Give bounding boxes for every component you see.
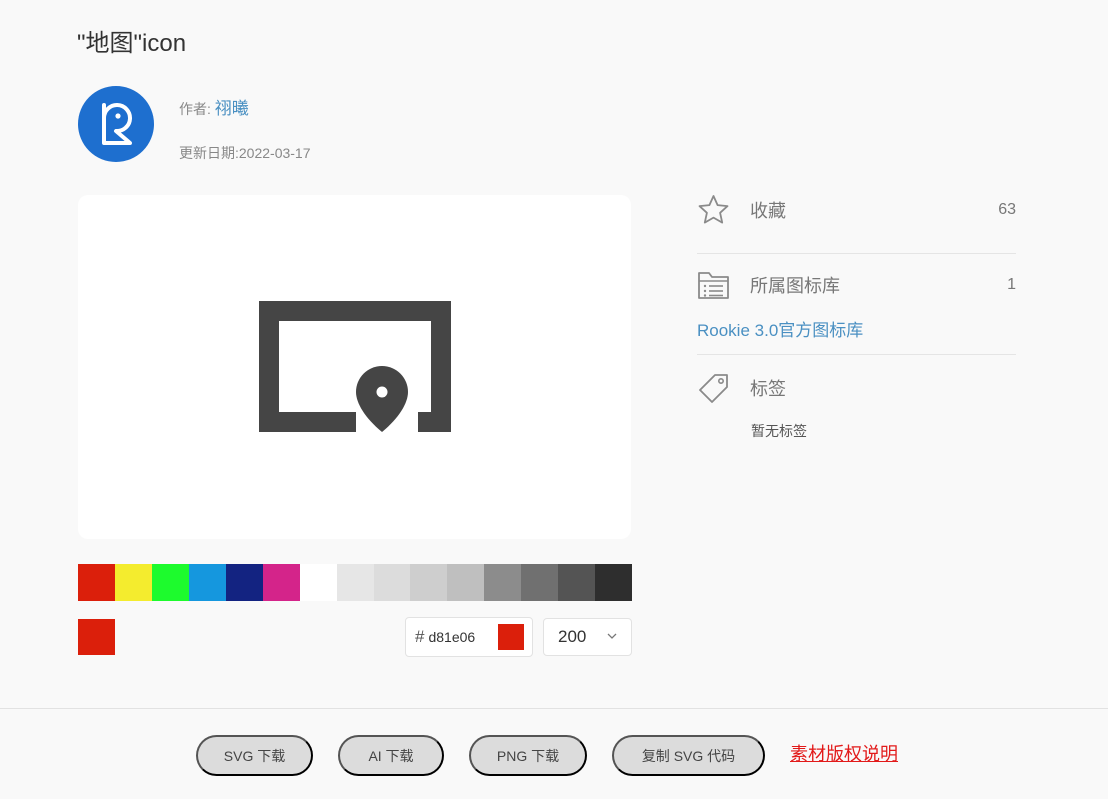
library-count: 1 — [1007, 276, 1016, 293]
author-meta: 作者: 祤曦 — [179, 98, 249, 120]
library-label: 所属图标库 — [750, 276, 840, 296]
color-swatch[interactable] — [262, 564, 300, 601]
update-date-value: 2022-03-17 — [238, 145, 311, 161]
author-link[interactable]: 祤曦 — [215, 99, 249, 118]
divider — [697, 253, 1016, 254]
update-date: 更新日期:2022-03-17 — [179, 143, 311, 163]
color-swatch[interactable] — [595, 564, 633, 601]
hex-hash-label: # — [415, 627, 425, 646]
chevron-down-icon — [607, 633, 617, 639]
color-hex-input[interactable]: # d81e06 — [405, 617, 533, 657]
color-swatch[interactable] — [188, 564, 226, 601]
author-logo-icon — [102, 103, 132, 145]
color-swatch[interactable] — [151, 564, 189, 601]
current-color-swatch[interactable] — [78, 619, 115, 655]
color-swatch[interactable] — [447, 564, 485, 601]
footer-divider — [0, 708, 1108, 709]
color-swatch[interactable] — [114, 564, 152, 601]
no-tags-text: 暂无标签 — [751, 423, 807, 439]
color-swatch[interactable] — [558, 564, 596, 601]
color-swatch[interactable] — [373, 564, 411, 601]
size-select[interactable]: 200 — [543, 618, 632, 656]
png-download-button[interactable]: PNG 下载 — [469, 735, 587, 776]
color-swatch[interactable] — [336, 564, 374, 601]
copyright-link[interactable]: 素材版权说明 — [790, 742, 898, 766]
color-swatch[interactable] — [484, 564, 522, 601]
divider — [697, 354, 1016, 355]
color-palette — [78, 564, 633, 601]
star-icon — [698, 195, 729, 224]
author-label: 作者: — [179, 101, 211, 117]
size-value: 200 — [558, 627, 587, 646]
favorites-count: 63 — [998, 201, 1016, 218]
tags-label: 标签 — [750, 379, 786, 399]
copy-svg-button[interactable]: 复制 SVG 代码 — [612, 735, 765, 776]
author-avatar[interactable] — [78, 86, 154, 162]
folder-list-icon — [698, 272, 729, 299]
tags-row: 标签 — [697, 372, 1016, 404]
ai-download-button[interactable]: AI 下载 — [338, 735, 444, 776]
icon-preview — [78, 195, 631, 539]
color-swatch[interactable] — [410, 564, 448, 601]
map-pin-frame-icon — [258, 301, 451, 432]
library-link[interactable]: Rookie 3.0官方图标库 — [697, 320, 863, 342]
svg-download-button[interactable]: SVG 下载 — [196, 735, 313, 776]
update-date-label: 更新日期: — [179, 145, 239, 161]
favorites-row[interactable]: 收藏 63 — [697, 194, 1016, 226]
color-swatch[interactable] — [225, 564, 263, 601]
page-title: "地图"icon — [77, 30, 187, 57]
color-swatch[interactable] — [299, 564, 337, 601]
hex-value[interactable]: d81e06 — [428, 629, 475, 645]
library-row: 所属图标库 1 — [697, 270, 1016, 300]
color-picker-chip[interactable] — [498, 624, 524, 650]
favorites-label: 收藏 — [750, 201, 786, 221]
color-swatch[interactable] — [78, 564, 115, 601]
tag-icon — [699, 374, 728, 403]
color-swatch[interactable] — [521, 564, 559, 601]
